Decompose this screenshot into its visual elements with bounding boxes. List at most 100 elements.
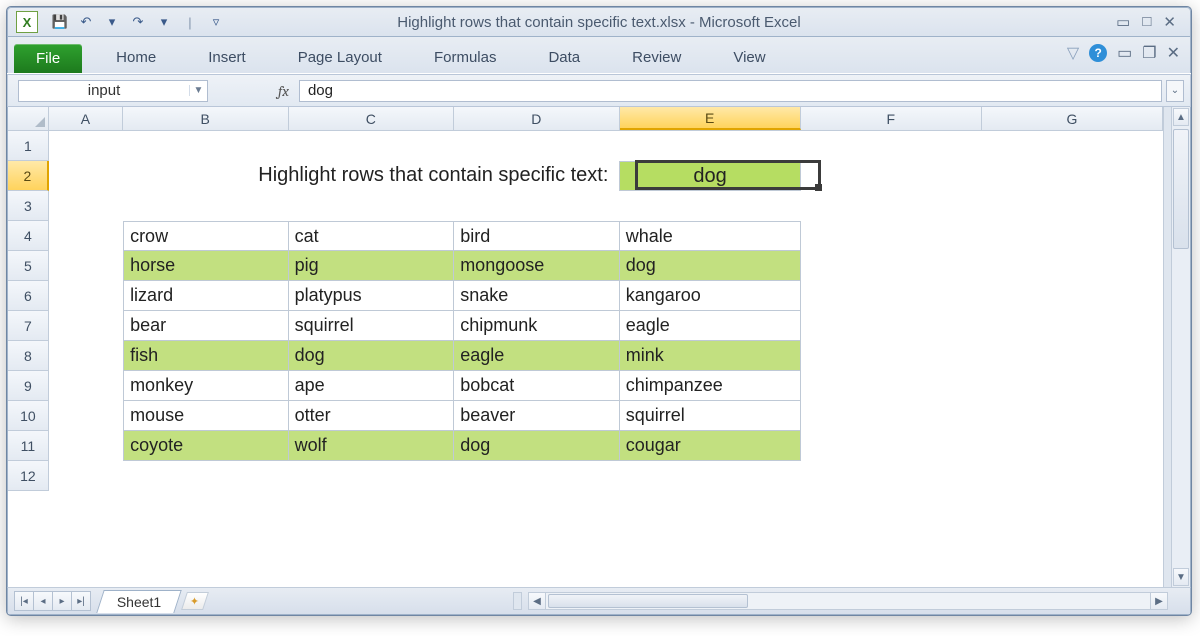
cell-F4[interactable]	[801, 221, 982, 251]
sheet-nav-prev-icon[interactable]: ◂	[33, 591, 53, 611]
formula-input[interactable]: dog	[299, 80, 1162, 102]
column-header-D[interactable]: D	[454, 107, 620, 130]
table-cell[interactable]: coyote	[123, 431, 289, 461]
cell-F10[interactable]	[801, 401, 982, 431]
vertical-scrollbar[interactable]: ▲ ▼	[1171, 107, 1190, 587]
table-cell[interactable]: eagle	[620, 311, 801, 341]
table-cell[interactable]: squirrel	[620, 401, 801, 431]
table-cell[interactable]: kangaroo	[620, 281, 801, 311]
chevron-down-icon[interactable]: ▾	[102, 12, 122, 32]
column-header-B[interactable]: B	[123, 107, 289, 130]
tab-review[interactable]: Review	[606, 42, 707, 73]
table-cell[interactable]: mink	[620, 341, 801, 371]
cell-F3[interactable]	[801, 191, 982, 221]
table-cell[interactable]: bobcat	[454, 371, 620, 401]
cell-F5[interactable]	[801, 251, 982, 281]
cell-A5[interactable]	[49, 251, 123, 281]
workbook-minimize-icon[interactable]: ▭	[1117, 43, 1132, 63]
row-header-8[interactable]: 8	[8, 341, 49, 371]
horizontal-scroll-thumb[interactable]	[548, 594, 748, 608]
table-cell[interactable]: fish	[123, 341, 289, 371]
save-icon[interactable]: 💾	[50, 12, 70, 32]
table-cell[interactable]: eagle	[454, 341, 620, 371]
app-icon[interactable]: X	[16, 11, 38, 33]
table-cell[interactable]: crow	[123, 221, 289, 251]
cell-F11[interactable]	[801, 431, 982, 461]
cell-A12[interactable]	[49, 461, 123, 491]
cell-C1[interactable]	[289, 131, 455, 161]
column-header-A[interactable]: A	[49, 107, 123, 130]
cell-D3[interactable]	[454, 191, 620, 221]
column-header-E[interactable]: E	[620, 107, 801, 130]
table-cell[interactable]: ape	[289, 371, 455, 401]
cell-F6[interactable]	[801, 281, 982, 311]
chevron-down-icon[interactable]: ▾	[154, 12, 174, 32]
row-header-10[interactable]: 10	[8, 401, 49, 431]
cell-A8[interactable]	[49, 341, 123, 371]
table-cell[interactable]: whale	[620, 221, 801, 251]
table-cell[interactable]: squirrel	[289, 311, 455, 341]
table-cell[interactable]: chimpanzee	[620, 371, 801, 401]
cell-A1[interactable]	[49, 131, 123, 161]
cell-A9[interactable]	[49, 371, 123, 401]
column-header-C[interactable]: C	[289, 107, 455, 130]
table-cell[interactable]: cougar	[620, 431, 801, 461]
table-cell[interactable]: otter	[289, 401, 455, 431]
minimize-icon[interactable]: ▭	[1116, 13, 1130, 31]
sheet-nav-next-icon[interactable]: ▸	[52, 591, 72, 611]
undo-icon[interactable]: ↶	[76, 12, 96, 32]
column-header-G[interactable]: G	[982, 107, 1163, 130]
cell-G2[interactable]	[982, 161, 1163, 191]
table-cell[interactable]: snake	[454, 281, 620, 311]
fx-label[interactable]: fx	[278, 82, 289, 100]
table-cell[interactable]: bear	[123, 311, 289, 341]
cell-F2[interactable]	[801, 161, 982, 191]
name-box[interactable]: input	[19, 82, 189, 99]
cell-A10[interactable]	[49, 401, 123, 431]
cell-C12[interactable]	[289, 461, 455, 491]
cell-G4[interactable]	[982, 221, 1163, 251]
table-cell[interactable]: pig	[289, 251, 455, 281]
sheet-tab-sheet1[interactable]: Sheet1	[96, 590, 182, 613]
cell-G9[interactable]	[982, 371, 1163, 401]
formula-expand-icon[interactable]: ⌄	[1166, 80, 1184, 102]
cell-E12[interactable]	[620, 461, 801, 491]
tab-split-handle[interactable]	[513, 592, 522, 610]
scroll-down-icon[interactable]: ▼	[1173, 568, 1189, 586]
cell-A4[interactable]	[49, 221, 123, 251]
table-cell[interactable]: mongoose	[454, 251, 620, 281]
row-header-7[interactable]: 7	[8, 311, 49, 341]
cell-G5[interactable]	[982, 251, 1163, 281]
cell-G3[interactable]	[982, 191, 1163, 221]
table-cell[interactable]: dog	[454, 431, 620, 461]
table-cell[interactable]: mouse	[123, 401, 289, 431]
row-header-6[interactable]: 6	[8, 281, 49, 311]
cell-E3[interactable]	[620, 191, 801, 221]
cell-B1[interactable]	[123, 131, 289, 161]
cell-D1[interactable]	[454, 131, 620, 161]
cell-A3[interactable]	[49, 191, 123, 221]
cell-A11[interactable]	[49, 431, 123, 461]
select-all-button[interactable]	[8, 107, 49, 130]
row-header-4[interactable]: 4	[8, 221, 49, 251]
table-cell[interactable]: wolf	[289, 431, 455, 461]
name-box-dropdown-icon[interactable]: ▼	[189, 85, 207, 96]
scroll-left-icon[interactable]: ◀	[528, 592, 546, 610]
cell-A6[interactable]	[49, 281, 123, 311]
cell-F1[interactable]	[801, 131, 982, 161]
row-header-11[interactable]: 11	[8, 431, 49, 461]
tab-data[interactable]: Data	[522, 42, 606, 73]
cell-G7[interactable]	[982, 311, 1163, 341]
table-cell[interactable]: lizard	[123, 281, 289, 311]
row-header-1[interactable]: 1	[8, 131, 49, 161]
cell-G10[interactable]	[982, 401, 1163, 431]
sheet-nav-last-icon[interactable]: ▸|	[71, 591, 91, 611]
close-icon[interactable]: ✕	[1163, 13, 1176, 31]
table-cell[interactable]: dog	[620, 251, 801, 281]
cell-G11[interactable]	[982, 431, 1163, 461]
cell-F9[interactable]	[801, 371, 982, 401]
tab-file[interactable]: File	[14, 44, 82, 73]
row-header-3[interactable]: 3	[8, 191, 49, 221]
redo-icon[interactable]: ↷	[128, 12, 148, 32]
cell-G6[interactable]	[982, 281, 1163, 311]
